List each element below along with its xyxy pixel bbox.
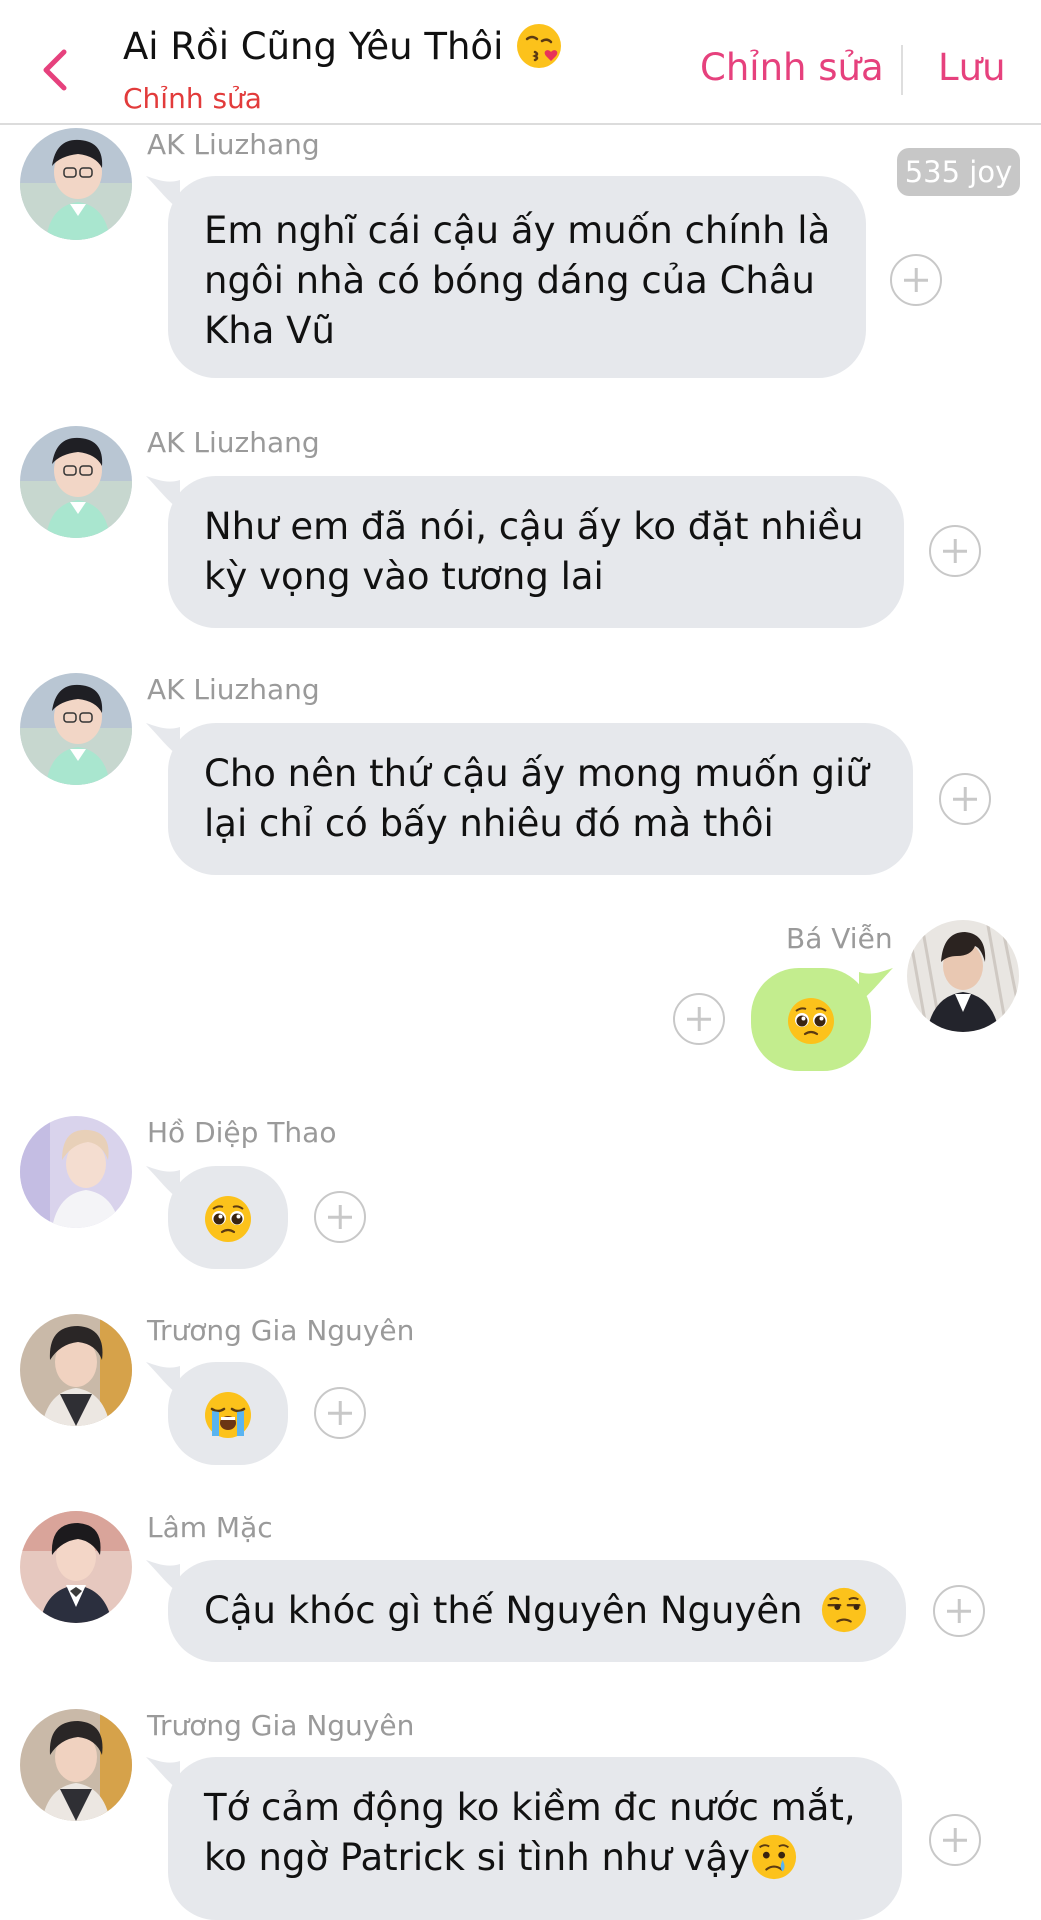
avatar[interactable] <box>20 426 132 538</box>
avatar[interactable] <box>20 128 132 240</box>
crying-face-emoji-icon <box>751 1834 797 1879</box>
sender-name: AK Liuzhang <box>147 128 320 161</box>
message-line: Kha Vũ <box>204 309 335 352</box>
chevron-left-icon <box>43 49 67 91</box>
sender-name: AK Liuzhang <box>147 673 320 706</box>
sender-name: AK Liuzhang <box>147 426 320 459</box>
add-reaction-button[interactable] <box>933 1585 985 1637</box>
message-line: Cậu khóc gì thế Nguyên Nguyên <box>204 1586 870 1636</box>
message-bubble[interactable]: Cậu khóc gì thế Nguyên Nguyên <box>146 1560 906 1662</box>
avatar[interactable] <box>20 673 132 785</box>
sender-name: Trương Gia Nguyên <box>147 1709 415 1742</box>
avatar[interactable] <box>20 1116 132 1228</box>
back-button[interactable] <box>36 42 76 98</box>
add-reaction-button[interactable] <box>929 1814 981 1866</box>
message-bubble[interactable]: Em nghĩ cái cậu ấy muốn chính là ngôi nh… <box>146 176 866 378</box>
loudly-crying-face-emoji-icon <box>205 1391 251 1438</box>
message-line: lại chỉ có bấy nhiêu đó mà thôi <box>204 802 774 845</box>
kissing-face-emoji-icon <box>515 22 563 70</box>
sender-name: Lâm Mặc <box>147 1511 273 1544</box>
chat-header: Ai Rồi Cũng Yêu Thôi Chỉnh sửa Chỉnh sửa… <box>0 0 1041 125</box>
message-bubble[interactable] <box>146 1362 288 1465</box>
page-title-text: Ai Rồi Cũng Yêu Thôi <box>123 24 504 68</box>
avatar[interactable] <box>907 920 1019 1032</box>
sender-name: Hồ Diệp Thao <box>147 1116 337 1149</box>
message-line: Như em đã nói, cậu ấy ko đặt nhiều <box>204 505 864 548</box>
pleading-face-emoji-icon <box>788 997 834 1044</box>
message-bubble[interactable] <box>146 1166 288 1269</box>
add-reaction-button[interactable] <box>314 1191 366 1243</box>
page-title: Ai Rồi Cũng Yêu Thôi <box>123 22 563 70</box>
save-button[interactable]: Lưu <box>938 46 1006 89</box>
avatar[interactable] <box>20 1709 132 1821</box>
bubble-tail <box>146 723 180 757</box>
pleading-face-emoji-icon <box>205 1195 251 1242</box>
edit-button[interactable]: Chỉnh sửa <box>700 46 884 89</box>
add-reaction-button[interactable] <box>890 254 942 306</box>
add-reaction-button[interactable] <box>673 993 725 1045</box>
message-text: Cậu khóc gì thế Nguyên Nguyên <box>204 1589 803 1632</box>
message-line: Tớ cảm động ko kiềm đc nước mắt, <box>204 1786 856 1829</box>
add-reaction-button[interactable] <box>314 1387 366 1439</box>
message-line: Cho nên thứ cậu ấy mong muốn giữ <box>204 752 869 795</box>
avatar[interactable] <box>20 1511 132 1623</box>
message-bubble[interactable]: Tớ cảm động ko kiềm đc nước mắt, ko ngờ … <box>146 1757 902 1920</box>
sender-name: Trương Gia Nguyên <box>147 1314 415 1347</box>
message-line: ko ngờ Patrick si tình như vậy <box>204 1833 866 1883</box>
bubble-tail <box>146 1560 180 1594</box>
message-line: kỳ vọng vào tương lai <box>204 555 604 598</box>
message-line: Em nghĩ cái cậu ấy muốn chính là <box>204 209 831 252</box>
add-reaction-button[interactable] <box>929 525 981 577</box>
message-text: ko ngờ Patrick si tình như vậy <box>204 1836 751 1879</box>
message-bubble[interactable]: Như em đã nói, cậu ấy ko đặt nhiều kỳ vọ… <box>146 476 904 628</box>
avatar[interactable] <box>20 1314 132 1426</box>
subtitle-status: Chỉnh sửa <box>123 82 262 115</box>
header-divider <box>901 45 903 95</box>
unamused-face-emoji-icon <box>822 1587 867 1632</box>
bubble-tail <box>859 968 893 1002</box>
joy-count-badge: 535 joy <box>897 148 1020 196</box>
bubble-tail <box>146 1362 180 1396</box>
add-reaction-button[interactable] <box>939 773 991 825</box>
bubble-tail <box>146 476 180 510</box>
bubble-tail <box>146 176 180 210</box>
message-bubble[interactable]: Cho nên thứ cậu ấy mong muốn giữ lại chỉ… <box>146 723 913 875</box>
bubble-tail <box>146 1166 180 1200</box>
sender-name: Bá Viễn <box>786 922 893 955</box>
bubble-tail <box>146 1757 180 1791</box>
message-bubble[interactable] <box>751 968 893 1071</box>
message-line: ngôi nhà có bóng dáng của Châu <box>204 259 816 302</box>
